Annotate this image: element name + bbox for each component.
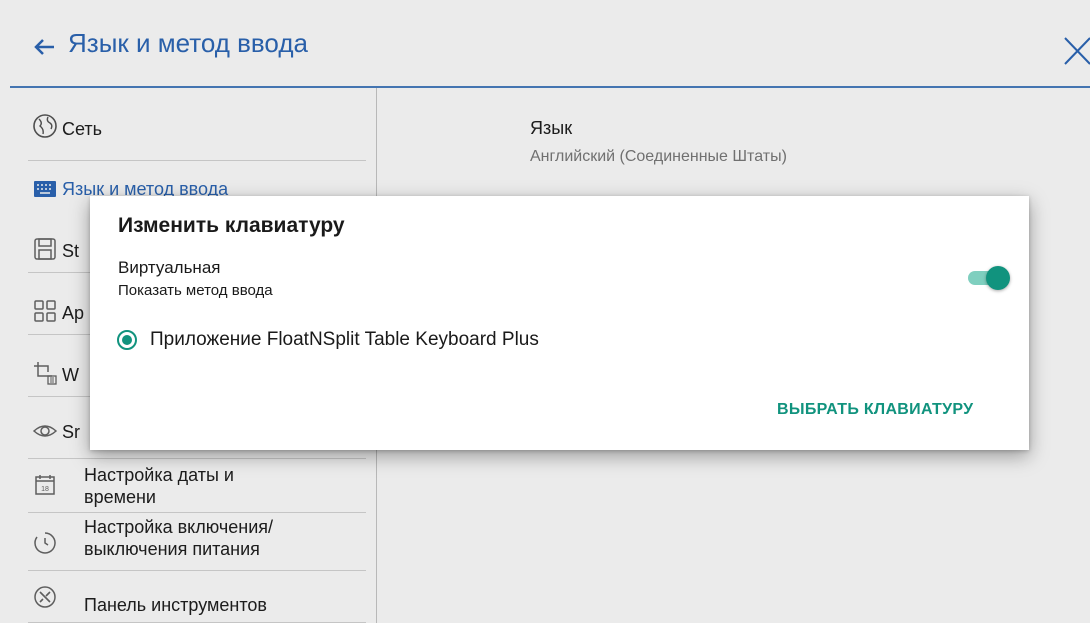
virtual-keyboard-sublabel: Показать метод ввода bbox=[118, 282, 273, 299]
radio-selected-icon[interactable] bbox=[116, 329, 138, 351]
virtual-keyboard-label: Виртуальная bbox=[118, 258, 221, 277]
show-input-method-toggle[interactable] bbox=[968, 265, 1010, 291]
choose-keyboard-button[interactable]: ВЫБРАТЬ КЛАВИАТУРУ bbox=[777, 401, 973, 419]
dialog-title: Изменить клавиатуру bbox=[118, 214, 345, 237]
change-keyboard-dialog: Изменить клавиатуру Виртуальная Показать… bbox=[90, 196, 1029, 450]
toggle-thumb bbox=[986, 266, 1010, 290]
keyboard-option-label[interactable]: Приложение FloatNSplit Table Keyboard Pl… bbox=[150, 329, 539, 351]
